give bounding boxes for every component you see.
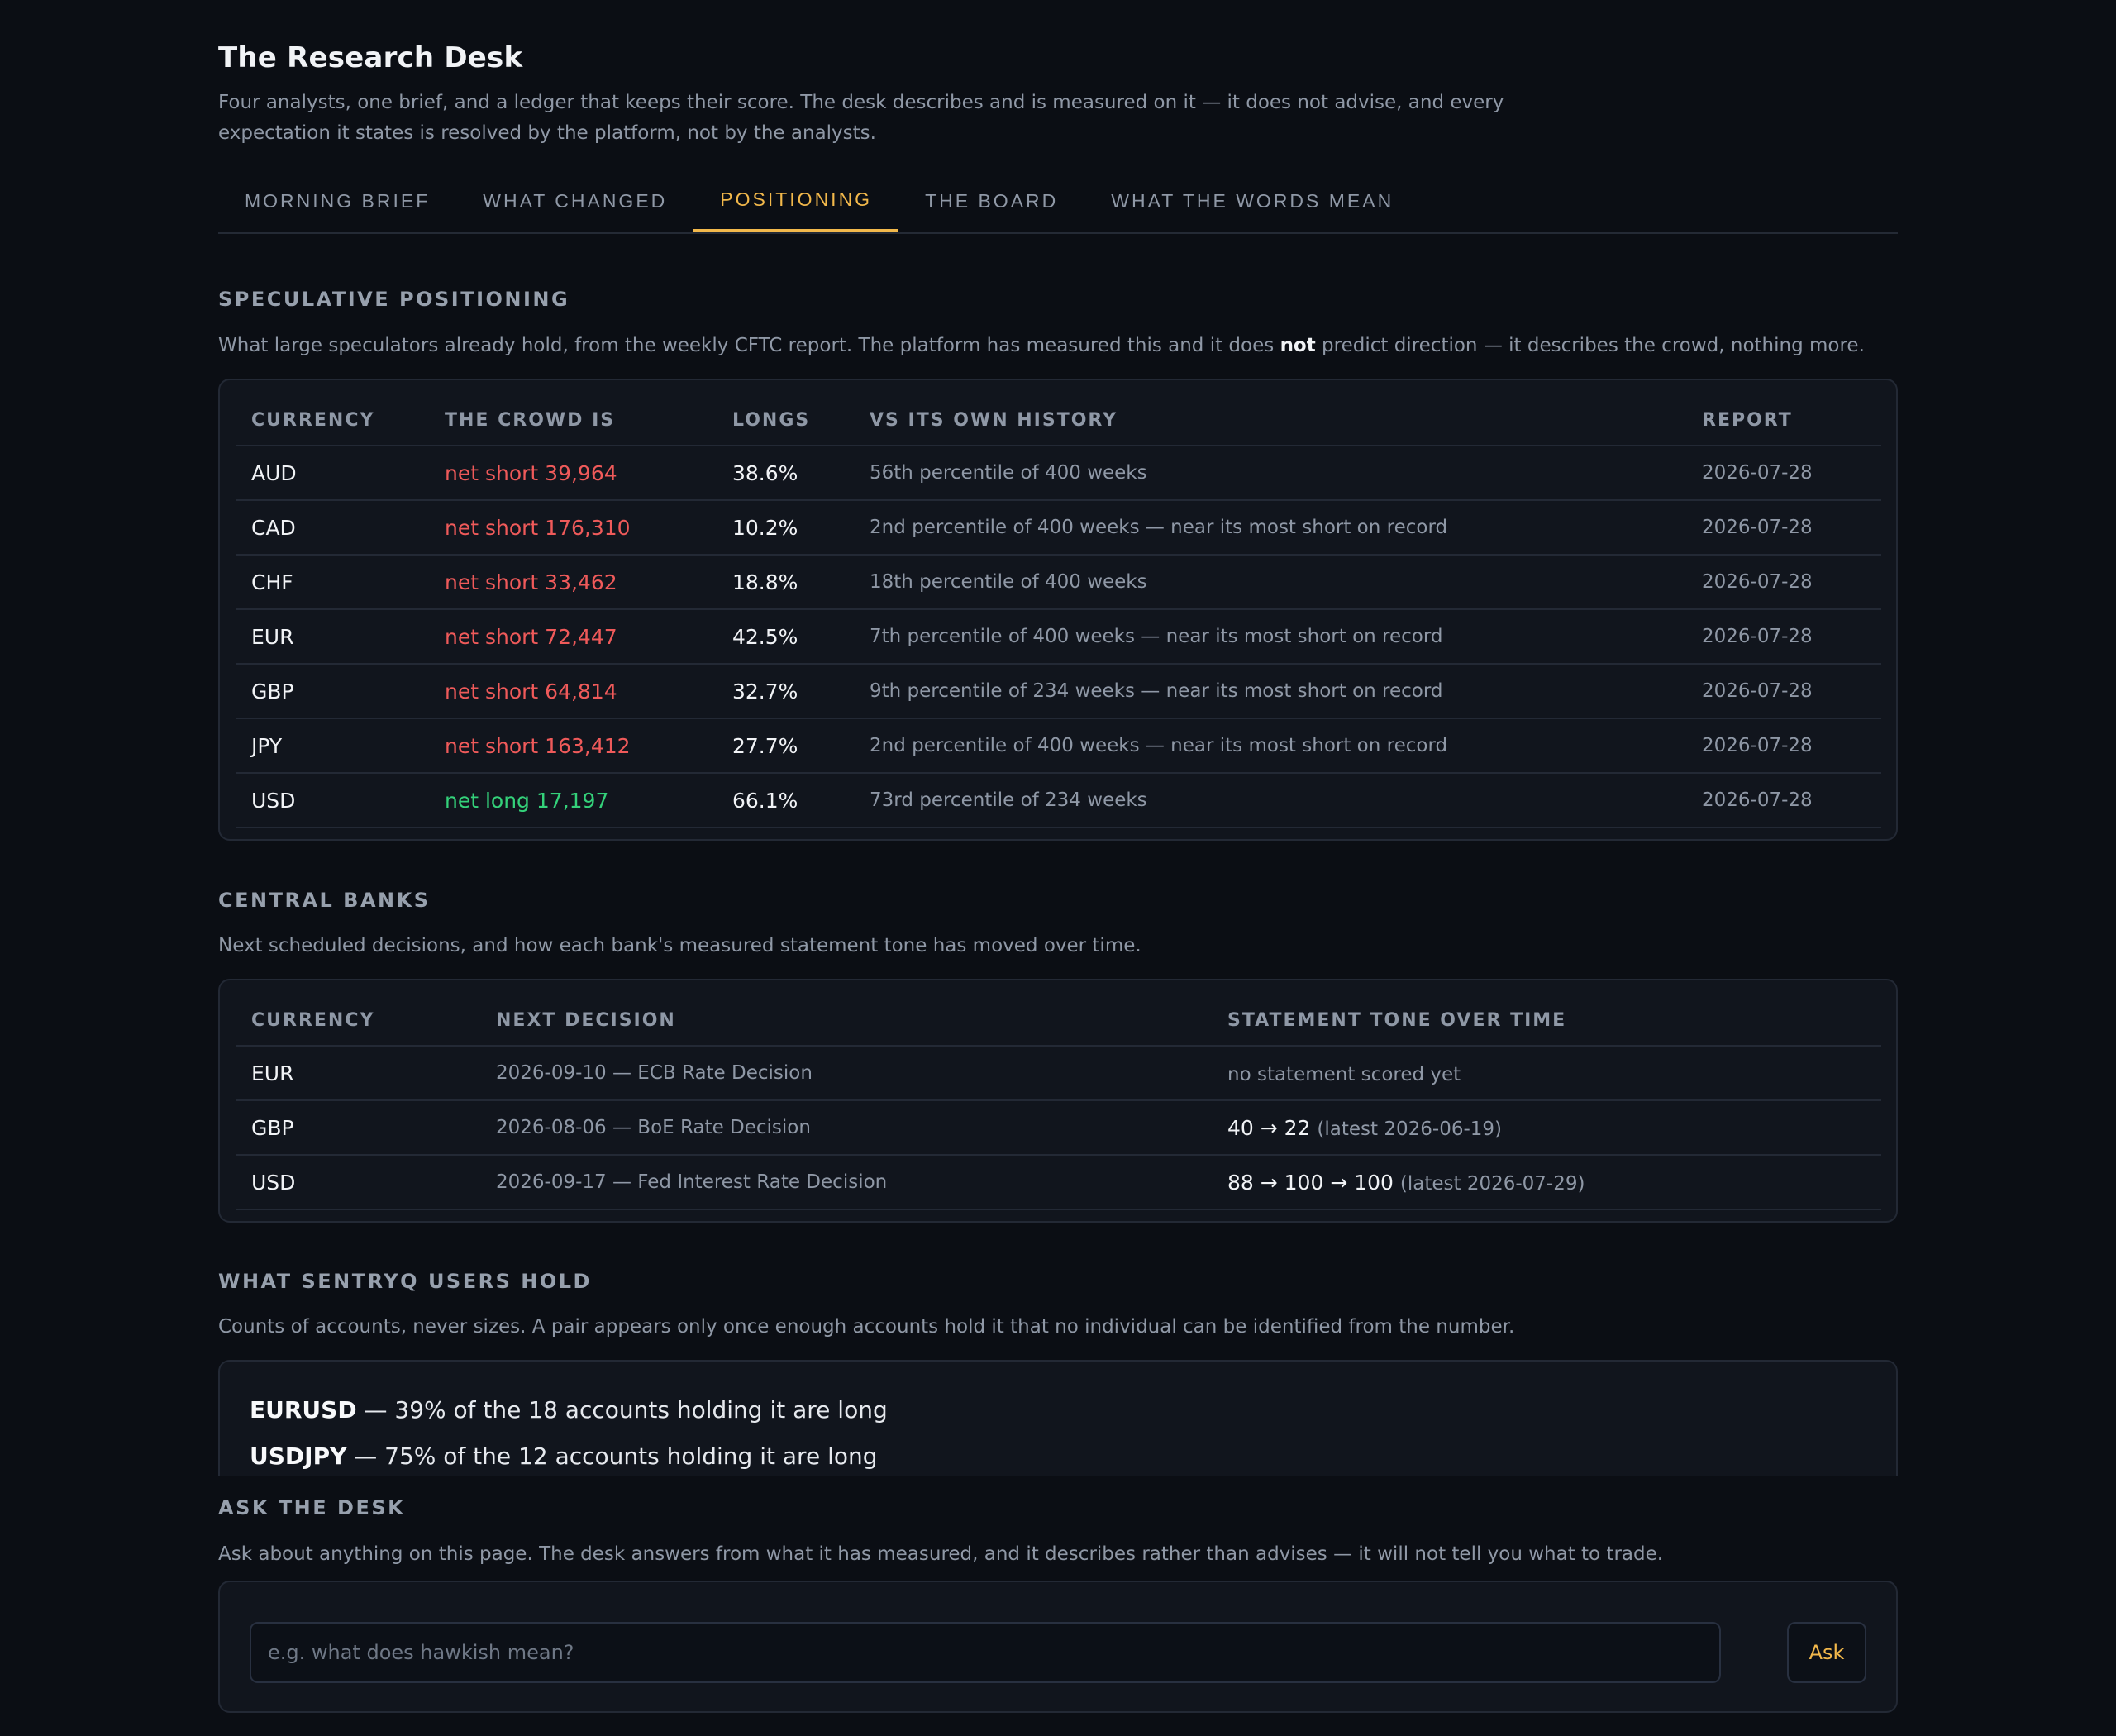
ask-section: ASK THE DESK Ask about anything on this … [218, 0, 1898, 1713]
research-desk-page: The Research Desk Four analysts, one bri… [0, 0, 2116, 1736]
ask-card: Ask [218, 1581, 1898, 1713]
ask-input[interactable] [250, 1622, 1721, 1683]
ask-button[interactable]: Ask [1787, 1622, 1866, 1683]
section-desc-ask: Ask about anything on this page. The des… [218, 1543, 1664, 1565]
section-title-ask: ASK THE DESK [218, 1496, 406, 1519]
